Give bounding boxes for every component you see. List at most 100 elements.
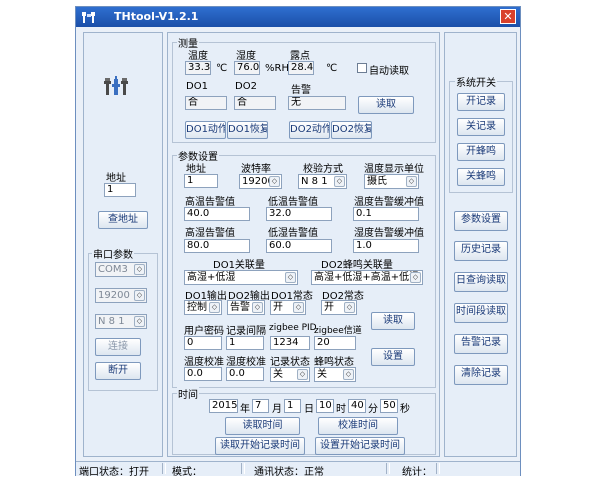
- temp-buffer-field[interactable]: 0.1: [353, 207, 419, 221]
- do1-reset-button[interactable]: DO1恢复: [227, 121, 268, 139]
- do1-output-select[interactable]: 控制 ◇: [184, 300, 222, 315]
- auto-read-checkbox[interactable]: [357, 63, 367, 73]
- chevron-down-icon: ◇: [134, 290, 145, 301]
- second-unit: 秒: [400, 404, 410, 415]
- param-parity-select[interactable]: N 8 1 ◇: [298, 174, 347, 189]
- record-interval-label: 记录间隔: [226, 326, 266, 337]
- month-unit: 月: [272, 404, 282, 415]
- low-humid-label: 低湿告警值: [268, 228, 318, 239]
- alarm-record-button[interactable]: 告警记录: [454, 334, 508, 354]
- month-field[interactable]: 7: [252, 399, 269, 413]
- do1-link-label: DO1关联量: [213, 260, 265, 271]
- stop-record-button[interactable]: 关记录: [457, 118, 505, 136]
- low-temp-field[interactable]: 32.0: [266, 207, 332, 221]
- chevron-down-icon: ◇: [209, 302, 220, 313]
- record-interval-field[interactable]: 1: [226, 336, 264, 350]
- high-humid-field[interactable]: 80.0: [184, 239, 250, 253]
- daily-query-button[interactable]: 日查询读取: [454, 272, 508, 292]
- measure-read-button[interactable]: 读取: [358, 96, 414, 114]
- connect-button[interactable]: 连接: [95, 338, 141, 356]
- do2-action-button[interactable]: DO2动作: [289, 121, 330, 139]
- temp-unit-select[interactable]: 摄氏 ◇: [364, 174, 419, 189]
- do2-reset-button[interactable]: DO2恢复: [331, 121, 372, 139]
- humid-cal-field[interactable]: 0.0: [226, 367, 264, 381]
- do1-normal-select[interactable]: 开 ◇: [270, 300, 306, 315]
- do1-link-select[interactable]: 高湿+低湿 ◇: [184, 270, 298, 285]
- status-divider: [436, 463, 440, 474]
- zigbee-channel-field[interactable]: 20: [314, 336, 356, 350]
- chevron-down-icon: ◇: [410, 272, 421, 283]
- hour-unit: 时: [336, 404, 346, 415]
- baud-select[interactable]: 19200 ◇: [95, 288, 147, 303]
- set-record-start-button[interactable]: 设置开始记录时间: [315, 437, 405, 455]
- password-field[interactable]: 0: [184, 336, 222, 350]
- buzzer-off-button[interactable]: 关蜂鸣: [457, 168, 505, 186]
- day-field[interactable]: 1: [284, 399, 301, 413]
- status-divider: [386, 463, 390, 474]
- left-panel: 地址 1 查地址 串口参数 COM3 ◇ 19200 ◇ N 8 1 ◇ 连接 断开: [83, 32, 163, 457]
- clear-record-button[interactable]: 清除记录: [454, 365, 508, 385]
- do2-output-select[interactable]: 告警 ◇: [227, 300, 265, 315]
- param-address-field[interactable]: 1: [184, 174, 218, 188]
- status-bar: 端口状态：打开 模式： 通讯状态：正常 统计：: [76, 461, 520, 478]
- chevron-down-icon: ◇: [269, 176, 280, 187]
- alarm-value: 无: [288, 96, 346, 110]
- history-button[interactable]: 历史记录: [454, 241, 508, 261]
- do2-normal-select[interactable]: 开 ◇: [321, 300, 357, 315]
- read-record-start-button[interactable]: 读取开始记录时间: [215, 437, 305, 455]
- find-address-button[interactable]: 查地址: [98, 211, 148, 229]
- disconnect-button[interactable]: 断开: [95, 362, 141, 380]
- address-field[interactable]: 1: [104, 183, 136, 197]
- alarm-label: 告警: [291, 85, 311, 96]
- buzzer-on-button[interactable]: 开蜂鸣: [457, 143, 505, 161]
- hour-field[interactable]: 10: [316, 399, 334, 413]
- address-label: 地址: [106, 173, 126, 184]
- day-unit: 日: [304, 404, 314, 415]
- high-temp-label: 高温告警值: [185, 197, 235, 208]
- buzzer-state-select[interactable]: 关 ◇: [314, 367, 356, 382]
- zigbee-pid-field[interactable]: 1234: [270, 336, 310, 350]
- password-label: 用户密码: [184, 326, 224, 337]
- do2-link-select[interactable]: 高湿+低湿+高温+低温 ◇: [311, 270, 423, 285]
- temp-cal-label: 温度校准: [184, 357, 224, 368]
- param-baud-select[interactable]: 19200 ◇: [239, 174, 282, 189]
- title-bar[interactable]: THtool-V1.2.1 ✕: [76, 7, 520, 27]
- humid-value: 76.0: [234, 61, 260, 75]
- calibrate-time-button[interactable]: 校准时间: [318, 417, 398, 435]
- dew-value: 28.4: [288, 61, 314, 75]
- read-time-button[interactable]: 读取时间: [225, 417, 300, 435]
- close-button[interactable]: ✕: [500, 9, 516, 24]
- status-divider: [241, 463, 245, 474]
- zigbee-pid-label: zigbee PID: [269, 323, 317, 333]
- high-humid-label: 高湿告警值: [185, 228, 235, 239]
- system-switch-label: 系统开关: [455, 74, 497, 89]
- high-temp-field[interactable]: 40.0: [184, 207, 250, 221]
- humid-buffer-field[interactable]: 1.0: [353, 239, 419, 253]
- temp-unit: ℃: [216, 63, 228, 74]
- param-settings-button[interactable]: 参数设置: [454, 211, 508, 231]
- params-read-button[interactable]: 读取: [371, 312, 415, 330]
- record-state-select[interactable]: 关 ◇: [270, 367, 310, 382]
- comm-status: 通讯状态：正常: [254, 467, 324, 478]
- second-field[interactable]: 50: [380, 399, 398, 413]
- port-select[interactable]: COM3 ◇: [95, 262, 147, 277]
- params-set-button[interactable]: 设置: [371, 348, 415, 366]
- do1-action-button[interactable]: DO1动作: [185, 121, 226, 139]
- temp-label: 温度: [188, 51, 208, 62]
- temp-cal-field[interactable]: 0.0: [184, 367, 222, 381]
- zigbee-channel-label: zigbee信道: [314, 326, 362, 336]
- port-status: 端口状态：打开: [79, 467, 149, 478]
- dew-unit: ℃: [326, 63, 338, 74]
- temp-value: 33.3: [185, 61, 211, 75]
- chevron-down-icon: ◇: [134, 264, 145, 275]
- center-panel: 测量 温度 33.3 ℃ 湿度 76.0 %RH 露点 28.4 ℃ 自动读取 …: [167, 32, 440, 457]
- humid-unit: %RH: [265, 63, 289, 74]
- app-icon: [82, 12, 95, 23]
- period-read-button[interactable]: 时间段读取: [454, 303, 508, 323]
- start-record-button[interactable]: 开记录: [457, 93, 505, 111]
- humid-label: 湿度: [236, 51, 256, 62]
- year-field[interactable]: 2015: [209, 399, 238, 413]
- low-humid-field[interactable]: 60.0: [266, 239, 332, 253]
- parity-select[interactable]: N 8 1 ◇: [95, 314, 147, 329]
- minute-field[interactable]: 40: [348, 399, 366, 413]
